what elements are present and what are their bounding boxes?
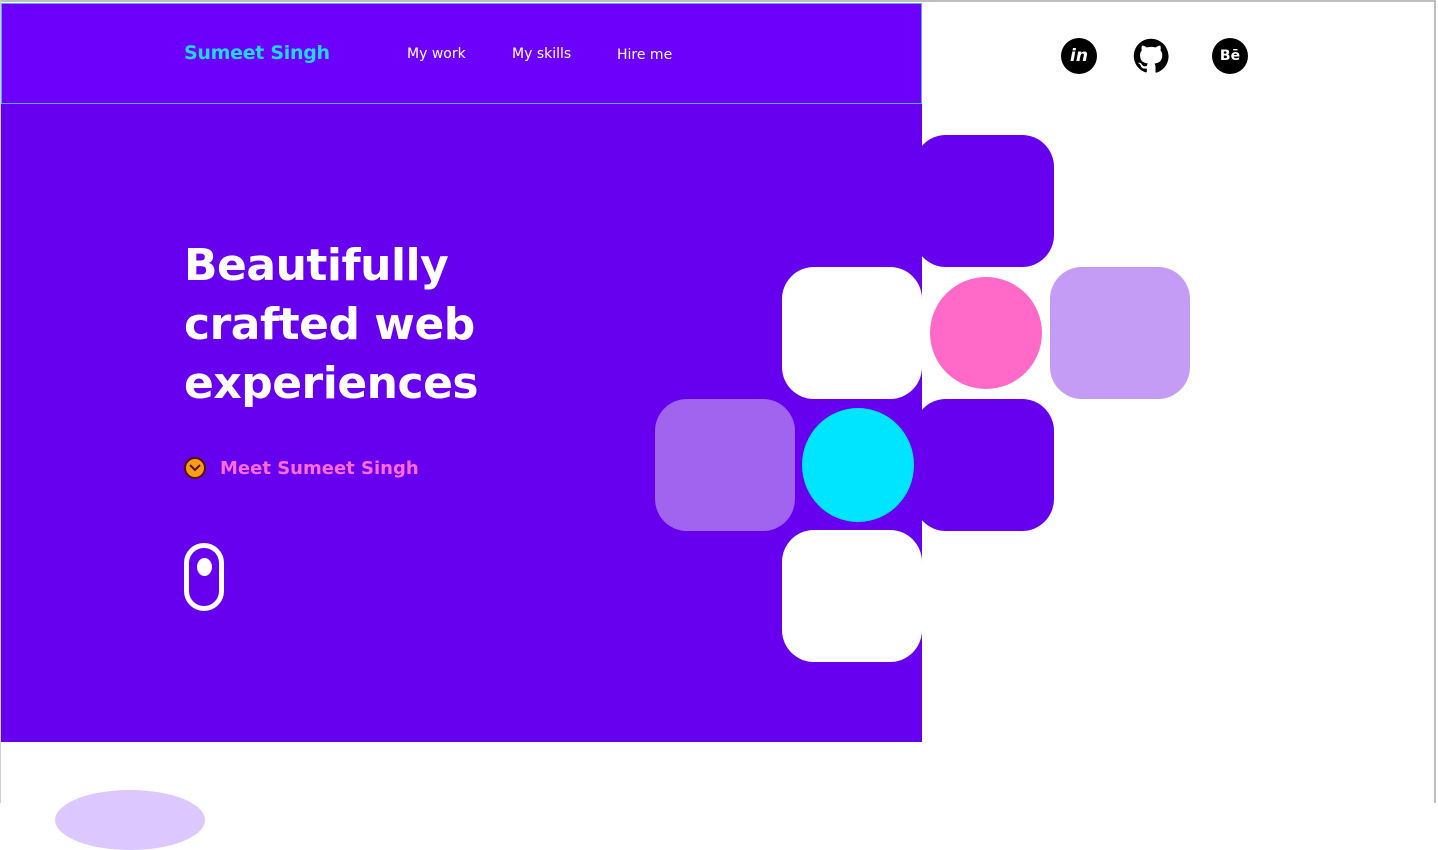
hero-headline: Beautifully crafted web experiences (184, 236, 604, 413)
invision-glyph: in (1070, 46, 1088, 66)
tile-white-mid (782, 267, 922, 399)
nav-link-my-work[interactable]: My work (407, 46, 466, 62)
invision-icon[interactable]: in (1061, 38, 1097, 74)
github-mark (1133, 38, 1169, 73)
chevron-down-circle-icon (184, 457, 206, 479)
headline-line-1: Beautifully (184, 240, 449, 291)
meet-link[interactable]: Meet Sumeet Singh (184, 455, 419, 481)
tile-violet-bottom (914, 399, 1054, 531)
nav-link-my-skills[interactable]: My skills (512, 46, 571, 62)
scroll-wheel (197, 558, 212, 576)
tile-violet-top (914, 135, 1054, 267)
decorative-blob (55, 790, 205, 850)
scroll-mouse-icon[interactable] (184, 543, 224, 611)
headline-line-2: crafted web (184, 299, 475, 350)
cyan-circle (802, 408, 914, 522)
meet-link-label: Meet Sumeet Singh (220, 457, 419, 479)
headline-line-3: experiences (184, 358, 479, 409)
github-icon[interactable] (1133, 38, 1169, 74)
tile-violet-soft (655, 399, 795, 531)
nav-link-hire-me[interactable]: Hire me (617, 47, 672, 63)
behance-glyph: Bē (1219, 48, 1241, 64)
pink-circle (930, 277, 1042, 389)
tile-lilac (1050, 267, 1190, 399)
behance-icon[interactable]: Bē (1212, 38, 1248, 74)
tile-white-bottom (782, 530, 922, 662)
brand-logo[interactable]: Sumeet Singh (184, 42, 330, 64)
